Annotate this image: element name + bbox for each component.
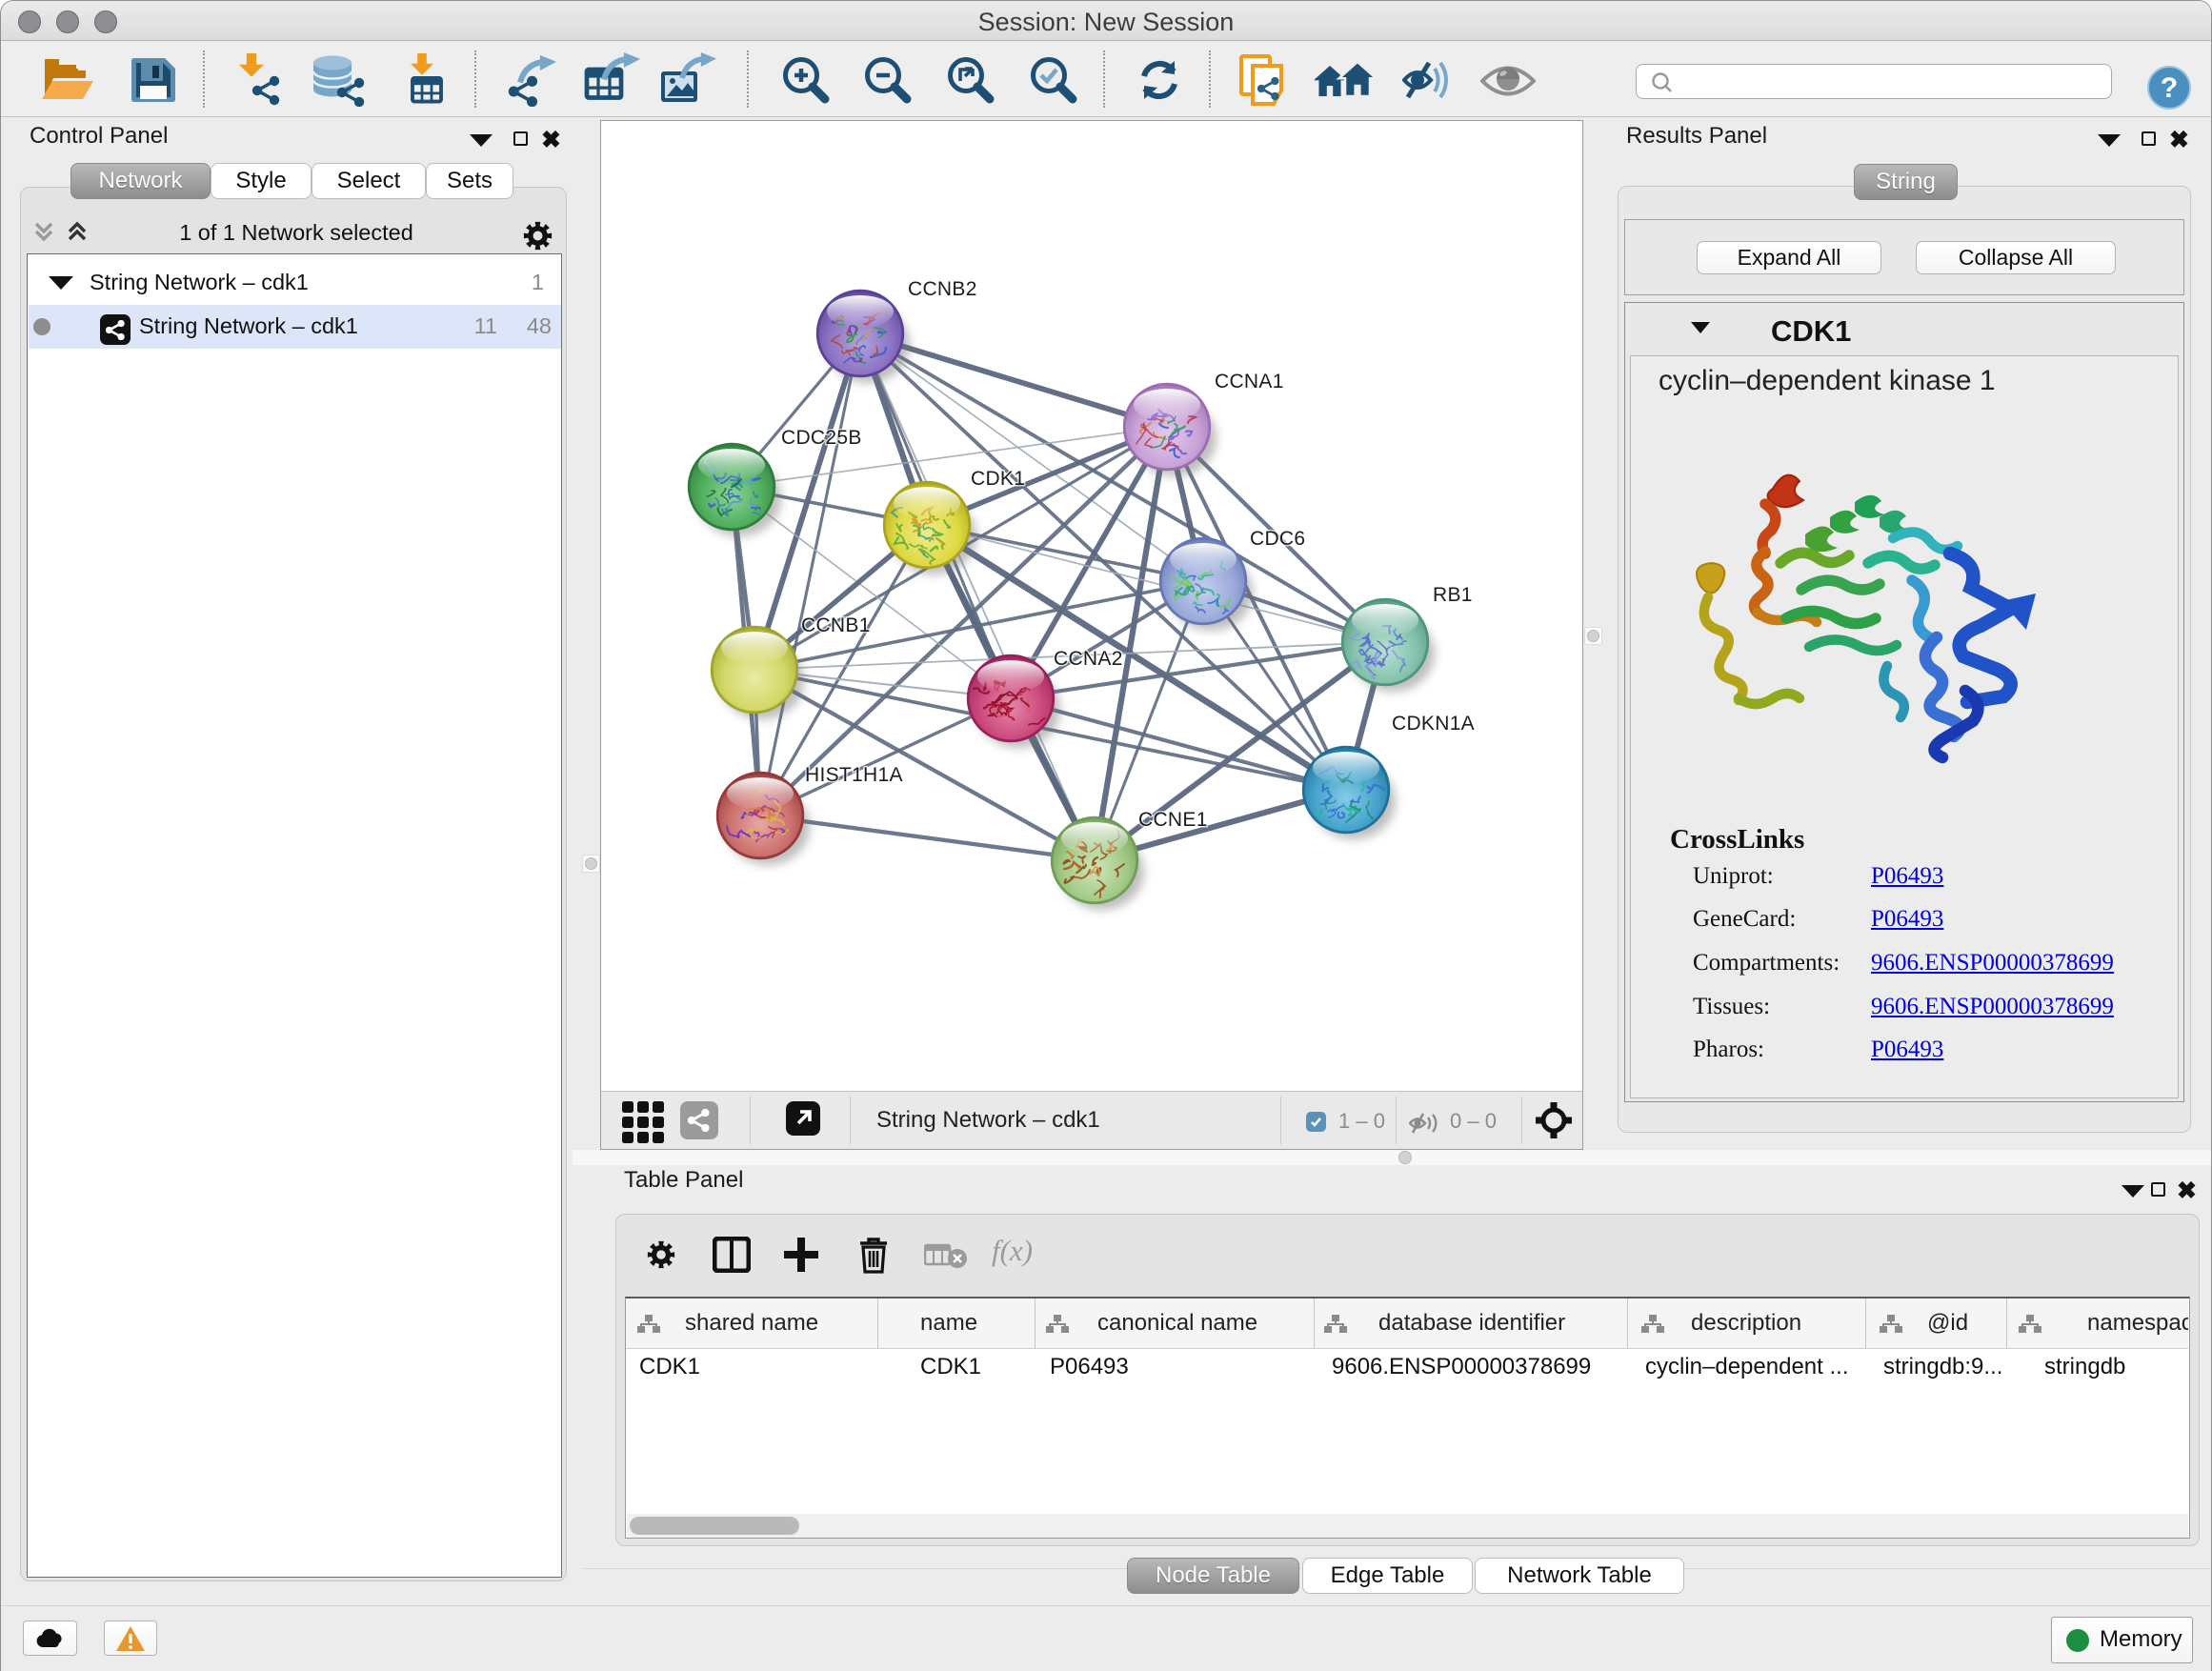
svg-text:CDKN1A: CDKN1A [1392,713,1475,735]
svg-text:RB1: RB1 [1433,584,1473,606]
svg-text:CCNB2: CCNB2 [908,278,977,300]
svg-text:CDK1: CDK1 [971,468,1025,490]
svg-text:HIST1H1A: HIST1H1A [805,764,903,786]
svg-text:CCNA1: CCNA1 [1215,371,1284,393]
svg-text:CCNE1: CCNE1 [1138,809,1208,831]
svg-text:CDC25B: CDC25B [781,427,862,449]
svg-text:CDC6: CDC6 [1250,528,1305,550]
svg-text:CCNB1: CCNB1 [801,614,871,636]
svg-text:CCNA2: CCNA2 [1054,648,1123,670]
